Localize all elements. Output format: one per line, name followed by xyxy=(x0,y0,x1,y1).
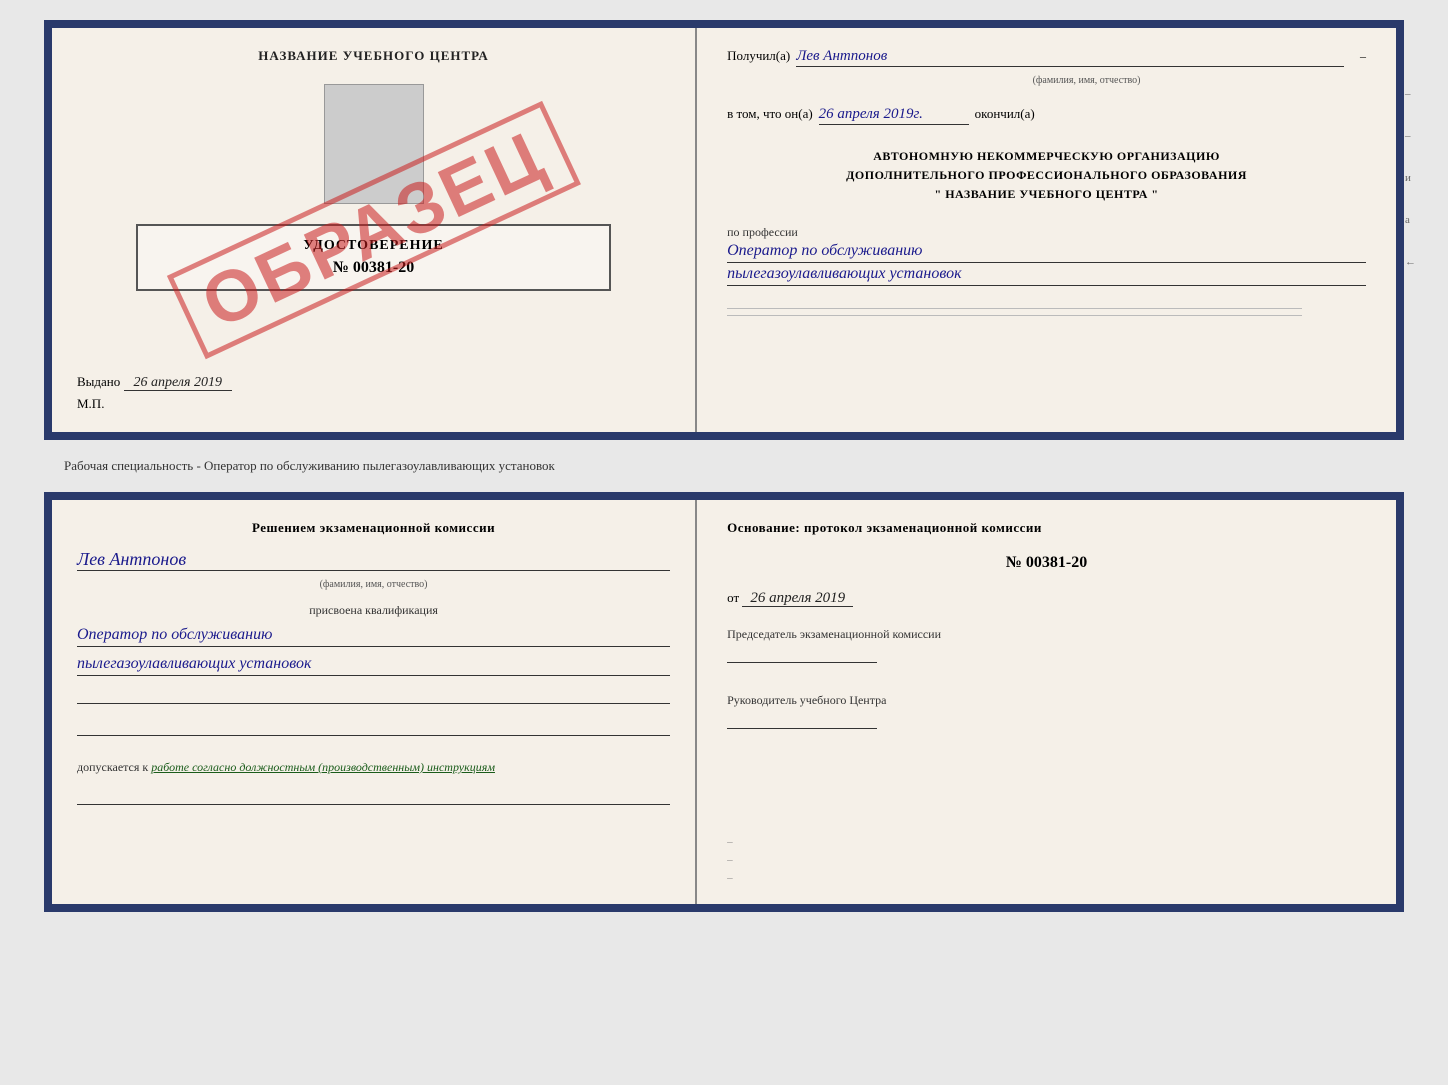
qual-line2: пылегазоулавливающих установок xyxy=(77,655,670,676)
fact-line: в том, что он(а) 26 апреля 2019г. окончи… xyxy=(727,106,1366,125)
qual-line1: Оператор по обслуживанию xyxy=(77,626,670,647)
admit-text: допускается к работе согласно должностны… xyxy=(77,760,670,775)
certificate-box: УДОСТОВЕРЕНИЕ № 00381-20 xyxy=(136,224,610,291)
org-line1: АВТОНОМНУЮ НЕКОММЕРЧЕСКУЮ ОРГАНИЗАЦИЮ xyxy=(727,147,1366,166)
director-label: Руководитель учебного Центра xyxy=(727,693,1366,708)
cert-title: УДОСТОВЕРЕНИЕ xyxy=(158,238,588,254)
org-quote: " НАЗВАНИЕ УЧЕБНОГО ЦЕНТРА " xyxy=(727,185,1366,204)
decision-text: Решением экзаменационной комиссии xyxy=(77,520,670,536)
chairman-section: Председатель экзаменационной комиссии xyxy=(727,627,1366,663)
protocol-date-prefix: от xyxy=(727,590,739,605)
profession-block: по профессии Оператор по обслуживанию пы… xyxy=(727,225,1366,286)
side-marks-top: – – и а ← xyxy=(1405,88,1416,268)
bottom-doc-right: Основание: протокол экзаменационной коми… xyxy=(697,500,1396,904)
chairman-sign-line xyxy=(727,662,877,663)
blank-line-admit xyxy=(77,789,670,805)
org-line2: ДОПОЛНИТЕЛЬНОГО ПРОФЕССИОНАЛЬНОГО ОБРАЗО… xyxy=(727,166,1366,185)
protocol-date: от 26 апреля 2019 xyxy=(727,590,1366,607)
side-mark-arrow: ← xyxy=(1405,256,1416,268)
issued-date: 26 апреля 2019 xyxy=(124,375,232,391)
qual-label: присвоена квалификация xyxy=(77,603,670,618)
trailing-lines-bottom: – – – xyxy=(727,836,1366,884)
top-doc-left: НАЗВАНИЕ УЧЕБНОГО ЦЕНТРА УДОСТОВЕРЕНИЕ №… xyxy=(52,28,697,432)
profession-label: по профессии xyxy=(727,225,1366,240)
fio-sub-top: (фамилия, имя, отчество) xyxy=(807,75,1366,86)
person-name: Лев Антпонов xyxy=(77,549,670,571)
bottom-doc-left: Решением экзаменационной комиссии Лев Ан… xyxy=(52,500,697,904)
director-section: Руководитель учебного Центра xyxy=(727,693,1366,729)
issued-line: Выдано 26 апреля 2019 xyxy=(77,374,670,391)
side-mark-i: и xyxy=(1405,172,1416,184)
received-label: Получил(а) xyxy=(727,48,790,64)
mp-label: М.П. xyxy=(77,396,670,412)
side-mark-a: а xyxy=(1405,214,1416,226)
admit-value: работе согласно должностным (производств… xyxy=(151,760,495,774)
profession-line2: пылегазоулавливающих установок xyxy=(727,265,1366,286)
received-name: Лев Антпонов xyxy=(796,48,1344,67)
admit-label: допускается к xyxy=(77,760,148,774)
top-left-title: НАЗВАНИЕ УЧЕБНОГО ЦЕНТРА xyxy=(258,48,489,64)
top-document: НАЗВАНИЕ УЧЕБНОГО ЦЕНТРА УДОСТОВЕРЕНИЕ №… xyxy=(44,20,1404,440)
blank-line-2 xyxy=(77,720,670,736)
bottom-document: Решением экзаменационной комиссии Лев Ан… xyxy=(44,492,1404,912)
cert-number: № 00381-20 xyxy=(158,259,588,277)
director-sign-line xyxy=(727,728,877,729)
org-block: АВТОНОМНУЮ НЕКОММЕРЧЕСКУЮ ОРГАНИЗАЦИЮ ДО… xyxy=(727,147,1366,205)
fact-suffix: окончил(а) xyxy=(975,106,1035,122)
top-doc-right: Получил(а) Лев Антпонов – (фамилия, имя,… xyxy=(697,28,1396,432)
fio-sub-bottom: (фамилия, имя, отчество) xyxy=(77,579,670,590)
blank-line-1 xyxy=(77,688,670,704)
fact-date: 26 апреля 2019г. xyxy=(819,106,969,125)
sign-section: Председатель экзаменационной комиссии Ру… xyxy=(727,627,1366,729)
profession-line1: Оператор по обслуживанию xyxy=(727,242,1366,263)
chairman-label: Председатель экзаменационной комиссии xyxy=(727,627,1366,642)
protocol-date-value: 26 апреля 2019 xyxy=(742,590,853,607)
issued-label: Выдано xyxy=(77,374,120,389)
between-label: Рабочая специальность - Оператор по обсл… xyxy=(44,450,1404,482)
protocol-number: № 00381-20 xyxy=(727,554,1366,572)
received-line: Получил(а) Лев Антпонов – xyxy=(727,48,1366,67)
fact-label: в том, что он(а) xyxy=(727,106,813,122)
photo-placeholder xyxy=(324,84,424,204)
trailing-lines-top xyxy=(727,308,1366,316)
basis-text: Основание: протокол экзаменационной коми… xyxy=(727,520,1366,536)
